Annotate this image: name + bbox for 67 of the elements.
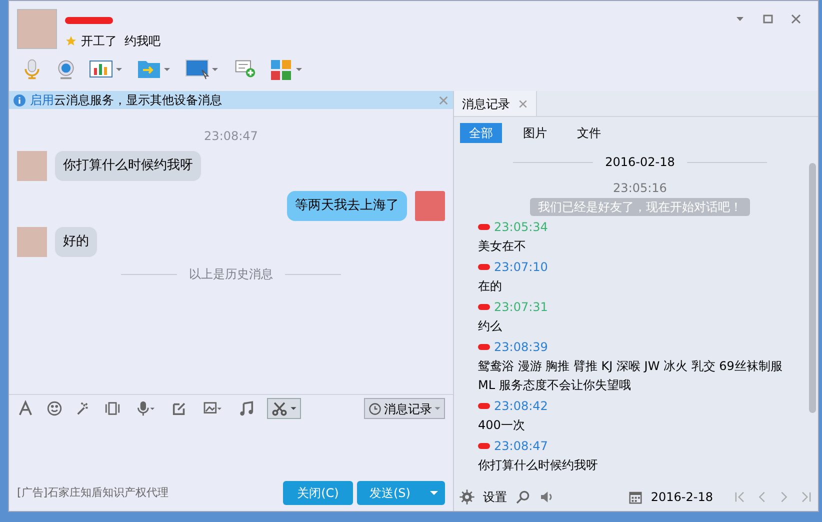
- info-icon[interactable]: [13, 94, 26, 106]
- redaction-mark: [478, 443, 490, 449]
- history-message: 在的: [478, 278, 503, 295]
- ad-text: [广告]石家庄知盾知识产权代理: [17, 484, 169, 501]
- history-message: 400一次: [478, 417, 526, 434]
- scrollbar-thumb[interactable]: [808, 163, 816, 413]
- caret-icon[interactable]: [429, 488, 439, 498]
- redaction-mark: [65, 17, 113, 24]
- redaction-mark: [478, 224, 490, 230]
- edit-icon[interactable]: [171, 400, 188, 417]
- filter-tab[interactable]: 图片: [514, 123, 556, 143]
- history-date: 2016-02-18: [605, 154, 675, 171]
- message-history-button[interactable]: 消息记录: [364, 398, 445, 419]
- caret-icon: [290, 405, 297, 412]
- caret-icon: [434, 405, 441, 412]
- system-message: 我们已经是好友了，现在开始对话吧！: [530, 198, 750, 216]
- search-icon[interactable]: [515, 489, 531, 505]
- font-icon[interactable]: [17, 400, 34, 417]
- chart-icon[interactable]: [89, 58, 125, 80]
- settings-label[interactable]: 设置: [483, 488, 507, 506]
- status-text: 开工了 约我吧: [81, 33, 161, 50]
- monitor-icon[interactable]: [185, 58, 221, 80]
- close-icon[interactable]: [438, 94, 449, 106]
- entry-time: 23:08:47: [494, 438, 548, 455]
- redaction-mark: [478, 304, 490, 310]
- clock-icon: [368, 402, 382, 416]
- redaction-mark: [478, 344, 490, 350]
- message-time: 23:08:47: [204, 128, 258, 145]
- filter-tab[interactable]: 全部: [460, 123, 502, 143]
- emoji-icon[interactable]: [46, 400, 63, 417]
- apps-grid-icon[interactable]: [269, 58, 305, 80]
- close-icon[interactable]: [790, 13, 802, 25]
- history-time: 23:05:16: [613, 180, 667, 197]
- folder-icon[interactable]: [137, 58, 173, 80]
- entry-time: 23:05:34: [494, 219, 548, 236]
- entry-time: 23:08:39: [494, 339, 548, 356]
- close-icon[interactable]: [518, 98, 528, 108]
- vibrate-icon[interactable]: [104, 400, 121, 417]
- history-message: 美女在不: [478, 238, 527, 255]
- message-bubble: 你打算什么时候约我呀: [55, 151, 201, 180]
- message-bubble: 等两天我去上海了: [287, 191, 407, 220]
- add-comment-icon[interactable]: [233, 58, 257, 80]
- message-bubble: 好的: [55, 227, 97, 256]
- enable-link[interactable]: 启用: [30, 93, 54, 107]
- scissors-icon: [271, 400, 288, 417]
- calendar-date[interactable]: 2016-2-18: [650, 488, 713, 506]
- entry-time: 23:08:42: [494, 398, 548, 415]
- history-message: 约么: [478, 318, 503, 335]
- star-icon[interactable]: [65, 35, 77, 47]
- webcam-icon[interactable]: [55, 58, 77, 80]
- history-tab[interactable]: 消息记录: [454, 91, 537, 116]
- entry-time: 23:07:10: [494, 259, 548, 276]
- settings-icon[interactable]: [459, 489, 475, 505]
- maximize-icon[interactable]: [762, 13, 774, 25]
- calendar-icon[interactable]: [628, 490, 643, 504]
- last-page-icon[interactable]: [799, 490, 813, 504]
- history-divider-text: 以上是历史消息: [189, 266, 273, 283]
- history-message: 鸳鸯浴 漫游 胸推 臂推 KJ 深喉 JW 冰火 乳交 69丝袜制服 ML 服务态度不会让你失望哦: [478, 358, 784, 394]
- history-message: 你打算什么时候约我呀: [478, 457, 599, 474]
- redaction-mark: [478, 403, 490, 409]
- filter-tab[interactable]: 文件: [568, 123, 610, 143]
- info-text: 启用云消息服务，显示其他设备消息: [30, 92, 222, 109]
- music-note-icon[interactable]: [238, 400, 255, 417]
- redaction-mark: [478, 264, 490, 270]
- entry-time: 23:07:31: [494, 299, 548, 316]
- screenshot-button[interactable]: [267, 398, 301, 419]
- first-page-icon[interactable]: [733, 490, 747, 504]
